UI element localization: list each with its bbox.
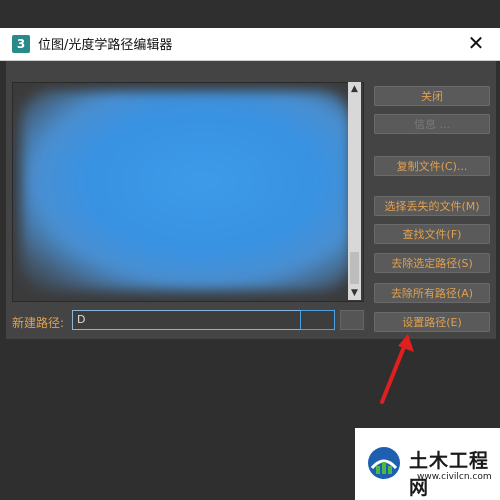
red-arrow-icon	[380, 334, 414, 404]
title-bar: 3 位图/光度学路径编辑器 ✕	[0, 28, 500, 61]
blurred-list-content	[21, 91, 351, 291]
new-path-input[interactable]: D	[72, 310, 335, 330]
watermark-panel: 土木工程网 www.civilcn.com	[355, 428, 500, 500]
scroll-thumb[interactable]	[350, 252, 359, 284]
select-missing-files-button[interactable]: 选择丢失的文件(M)	[374, 196, 490, 216]
scroll-down-icon[interactable]: ▼	[348, 286, 361, 300]
window-title: 位图/光度学路径编辑器	[38, 38, 173, 53]
strip-selected-paths-button[interactable]: 去除选定路径(S)	[374, 253, 490, 273]
civilcn-logo-icon	[368, 447, 400, 479]
set-path-button[interactable]: 设置路径(E)	[374, 312, 490, 332]
list-scrollbar[interactable]: ▲ ▼	[348, 82, 361, 300]
strip-all-paths-button[interactable]: 去除所有路径(A)	[374, 283, 490, 303]
app-3dsmax-icon: 3	[12, 35, 30, 53]
new-path-input-focus	[300, 310, 335, 330]
copy-files-button[interactable]: 复制文件(C)...	[374, 156, 490, 176]
find-files-button[interactable]: 查找文件(F)	[374, 224, 490, 244]
close-button[interactable]: 关闭	[374, 86, 490, 106]
new-path-label: 新建路径:	[12, 316, 65, 330]
file-path-list[interactable]	[12, 82, 364, 302]
info-button[interactable]: 信息 ...	[374, 114, 490, 134]
scroll-up-icon[interactable]: ▲	[348, 82, 361, 96]
watermark-url: www.civilcn.com	[417, 472, 492, 482]
window-close-button[interactable]: ✕	[464, 31, 488, 55]
browse-path-button[interactable]	[340, 310, 364, 330]
